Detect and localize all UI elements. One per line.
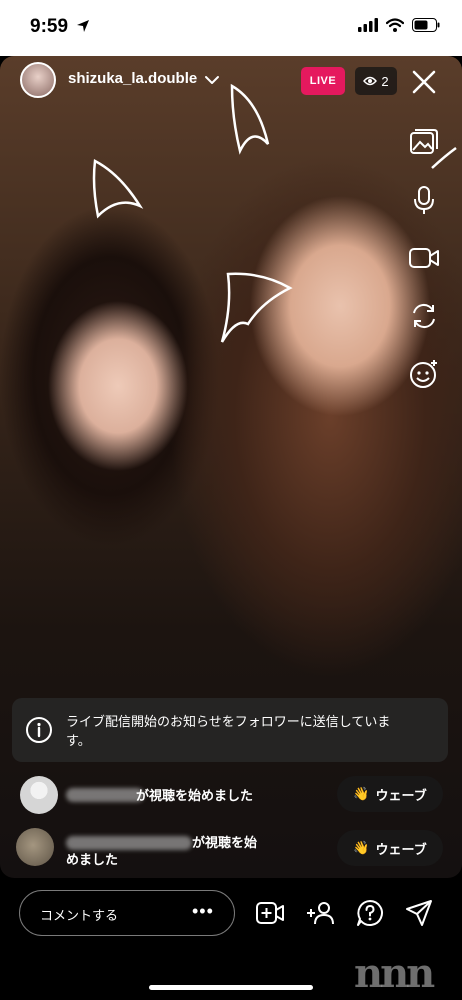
video-camera-icon[interactable] [406, 240, 442, 276]
image-icon[interactable] [406, 124, 442, 160]
blurred-username [66, 836, 192, 850]
location-arrow-icon [77, 20, 89, 32]
info-icon [26, 717, 52, 743]
watermark-logo: nnn [354, 950, 435, 997]
close-icon[interactable] [410, 68, 438, 96]
notice-text: ライブ配信開始のお知らせをフォロワーに送信しています。 [66, 714, 391, 748]
comment-row: が視聴を始めました 👋 ウェーブ [0, 774, 462, 826]
more-options-icon[interactable]: ••• [192, 901, 214, 922]
wave-label: ウェーブ [375, 787, 427, 803]
wifi-icon [386, 18, 404, 32]
wave-label: ウェーブ [375, 841, 427, 857]
send-icon[interactable] [404, 898, 434, 928]
wave-button[interactable]: 👋 ウェーブ [337, 830, 443, 866]
status-icons [358, 18, 440, 32]
question-icon[interactable] [355, 898, 385, 928]
host-username[interactable]: shizuka_la.double [68, 70, 197, 87]
wave-button[interactable]: 👋 ウェーブ [337, 776, 443, 812]
blurred-username [66, 788, 144, 802]
comment-text-line2: めました [66, 852, 119, 867]
microphone-icon[interactable] [406, 182, 442, 218]
commenter-avatar[interactable] [16, 828, 54, 866]
cellular-signal-icon [358, 18, 378, 32]
home-indicator[interactable] [149, 985, 313, 990]
comment-text-line1: が視聴を始 [192, 835, 258, 850]
eye-icon [363, 76, 378, 86]
add-person-icon[interactable] [305, 898, 335, 928]
viewer-count: 2 [381, 73, 389, 89]
status-time: 9:59 [30, 16, 69, 37]
waving-hand-icon: 👋 [353, 840, 370, 855]
comment-input[interactable]: コメントする ••• [19, 890, 235, 936]
waving-hand-icon: 👋 [353, 786, 370, 801]
viewer-count-badge[interactable]: 2 [355, 67, 397, 95]
side-toolbar [406, 124, 442, 414]
live-notice-banner: ライブ配信開始のお知らせをフォロワーに送信しています。 [12, 698, 448, 762]
live-badge: LIVE [301, 67, 345, 95]
comment-row: が視聴を始 めました 👋 ウェーブ [0, 828, 462, 880]
add-guest-icon[interactable] [255, 898, 285, 928]
status-bar: 9:59 [0, 0, 462, 56]
battery-icon [412, 18, 440, 32]
commenter-avatar[interactable] [20, 776, 58, 814]
comment-text: が視聴を始めました [136, 788, 254, 803]
switch-camera-icon[interactable] [406, 298, 442, 334]
chevron-down-icon[interactable] [204, 72, 220, 88]
host-avatar[interactable] [20, 62, 56, 98]
comment-placeholder: コメントする [40, 908, 119, 923]
face-effects-icon[interactable] [406, 356, 442, 392]
